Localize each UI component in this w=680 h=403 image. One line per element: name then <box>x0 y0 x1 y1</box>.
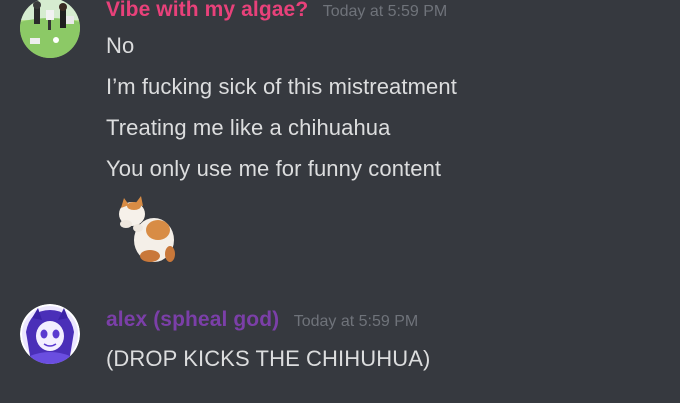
message-text: No <box>106 33 135 58</box>
message-text: I’m fucking sick of this mistreatment <box>106 74 457 99</box>
kitten-image[interactable] <box>110 192 180 270</box>
user-avatar[interactable] <box>20 304 80 364</box>
user-avatar[interactable] <box>20 0 80 58</box>
timestamp: Today at 5:59 PM <box>322 3 448 20</box>
message-header: Vibe with my algae? Today at 5:59 PM <box>106 0 447 22</box>
message-text: (DROP KICKS THE CHIHUHUA) <box>106 346 431 371</box>
timestamp: Today at 5:59 PM <box>293 313 419 330</box>
username[interactable]: Vibe with my algae? <box>106 0 308 21</box>
username[interactable]: alex (spheal god) <box>106 308 279 331</box>
message-text: Treating me like a chihuahua <box>106 115 391 140</box>
message-text: You only use me for funny content <box>106 156 442 181</box>
message-header: alex (spheal god) Today at 5:59 PM <box>106 308 418 332</box>
